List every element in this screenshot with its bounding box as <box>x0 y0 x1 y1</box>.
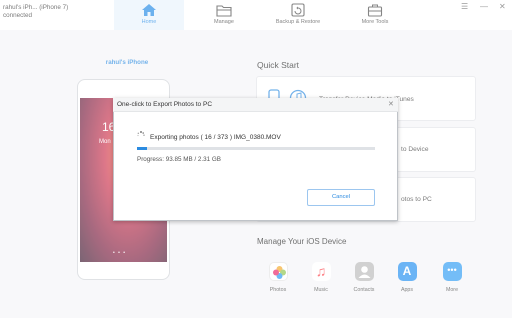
cancel-button[interactable]: Cancel <box>307 189 375 206</box>
progress-fill <box>137 147 147 150</box>
spinner-icon <box>137 131 145 137</box>
dialog-close-icon[interactable]: ✕ <box>388 100 394 108</box>
progress-track <box>137 147 375 150</box>
export-status: Exporting photos ( 16 / 373 ) IMG_0380.M… <box>150 134 281 141</box>
dialog-title: One-click to Export Photos to PC <box>117 101 213 108</box>
progress-text: Progress: 93.85 MB / 2.31 GB <box>137 156 221 163</box>
